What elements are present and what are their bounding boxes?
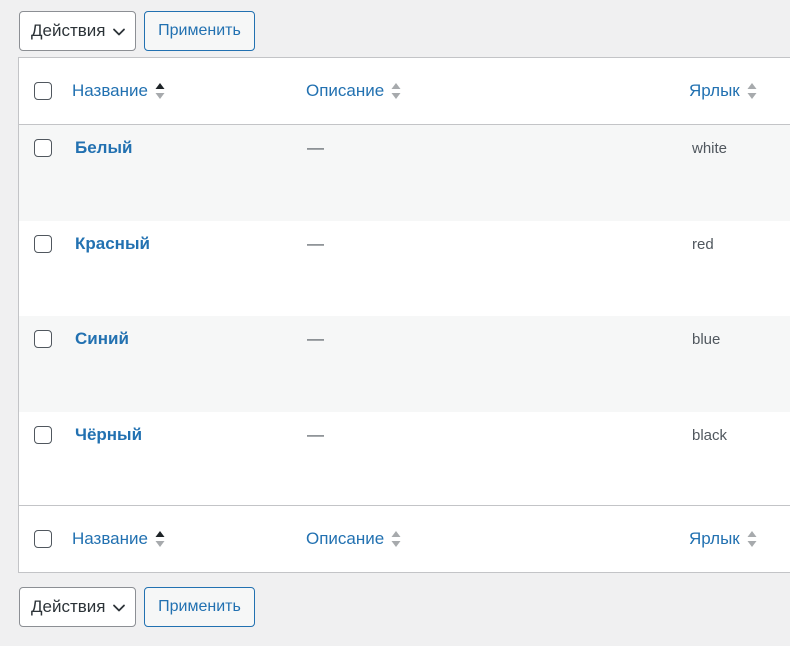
column-header-description-label: Описание <box>306 81 385 100</box>
bulk-action-select[interactable]: Действия <box>19 11 136 51</box>
column-footer-description-label: Описание <box>306 529 385 548</box>
select-all-checkbox[interactable] <box>34 82 52 100</box>
sort-asc-icon <box>155 83 165 99</box>
sort-icon <box>747 83 757 99</box>
table-body: Белый — white Красный — red Синий — blue… <box>19 125 790 507</box>
term-description: — <box>307 424 324 444</box>
bulk-actions-bottom: Действия Применить <box>19 587 255 627</box>
table-header: Название Описание Ярлык <box>19 58 790 125</box>
chevron-down-icon <box>113 28 125 36</box>
chevron-down-icon <box>113 604 125 612</box>
row-checkbox[interactable] <box>34 234 52 253</box>
bulk-actions-top: Действия Применить <box>19 11 255 51</box>
column-footer-name[interactable]: Название <box>72 506 165 572</box>
apply-button[interactable]: Применить <box>144 11 255 51</box>
column-header-name[interactable]: Название <box>72 58 165 124</box>
term-description: — <box>307 329 324 348</box>
bulk-action-select-value: Действия <box>31 21 106 40</box>
term-slug: black <box>692 426 728 444</box>
term-name-link[interactable]: Белый <box>75 138 132 158</box>
table-row: Чёрный — black <box>19 412 790 508</box>
table-row: Синий — blue <box>19 316 790 412</box>
bulk-action-select[interactable]: Действия <box>19 587 136 627</box>
term-slug: white <box>692 140 728 157</box>
column-footer-description[interactable]: Описание <box>306 506 401 572</box>
terms-table: Название Описание Ярлык Белый — white Кр… <box>18 57 790 573</box>
column-footer-slug-label: Ярлык <box>689 529 740 548</box>
table-row: Белый — white <box>19 125 790 221</box>
column-footer-slug[interactable]: Ярлык <box>689 506 757 572</box>
term-slug: red <box>692 235 714 253</box>
term-name-link[interactable]: Синий <box>75 329 129 349</box>
term-name-link[interactable]: Чёрный <box>75 425 142 445</box>
select-all-checkbox[interactable] <box>34 530 52 548</box>
term-description: — <box>307 233 324 253</box>
bulk-action-select-value: Действия <box>31 597 106 616</box>
sort-icon <box>391 531 401 547</box>
term-description: — <box>307 138 324 157</box>
row-checkbox[interactable] <box>34 139 52 157</box>
term-slug: blue <box>692 331 721 348</box>
term-name-link[interactable]: Красный <box>75 234 150 254</box>
row-checkbox[interactable] <box>34 330 52 348</box>
column-header-slug[interactable]: Ярлык <box>689 58 757 124</box>
table-row: Красный — red <box>19 221 790 317</box>
sort-asc-icon <box>155 531 165 547</box>
column-footer-name-label: Название <box>72 529 148 548</box>
apply-button[interactable]: Применить <box>144 587 255 627</box>
column-header-name-label: Название <box>72 81 148 100</box>
column-header-slug-label: Ярлык <box>689 81 740 100</box>
sort-icon <box>747 531 757 547</box>
sort-icon <box>391 83 401 99</box>
column-header-description[interactable]: Описание <box>306 58 401 124</box>
table-footer: Название Описание Ярлык <box>19 505 790 572</box>
row-checkbox[interactable] <box>34 425 52 444</box>
